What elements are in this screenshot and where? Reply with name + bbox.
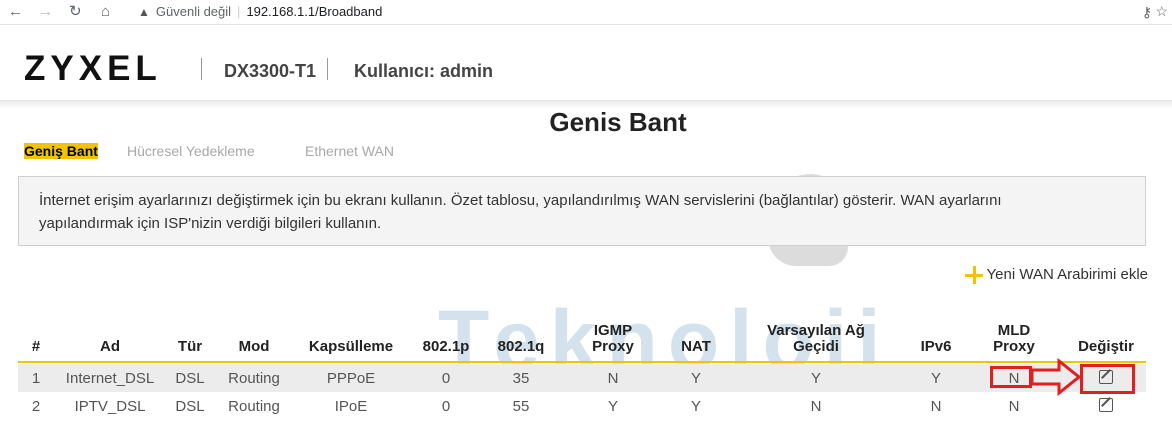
col-name: Ad bbox=[100, 338, 120, 355]
cell-gateway: Y bbox=[810, 370, 822, 387]
header-divider bbox=[201, 58, 202, 80]
page-title: Genis Bant bbox=[549, 107, 687, 137]
table-row: 1 Internet_DSL DSL Routing PPPoE 0 35 N … bbox=[18, 364, 1146, 392]
add-wan-label: Yeni WAN Arabirimi ekle bbox=[986, 266, 1148, 283]
annotation-arrow bbox=[1031, 358, 1081, 396]
description-box: İnternet erişim ayarlarınızı değiştirmek… bbox=[18, 176, 1146, 246]
col-encap: Kapsülleme bbox=[308, 338, 394, 355]
address-separator: | bbox=[237, 4, 241, 19]
key-icon[interactable]: ⚷ bbox=[1142, 4, 1152, 21]
description-line: yapılandırmak için ISP'nizin verdiği bil… bbox=[39, 215, 382, 232]
cell-8021q: 55 bbox=[512, 398, 530, 415]
security-label: Güvenli değil bbox=[155, 4, 232, 19]
tab-hucresel-yedekleme[interactable]: Hücresel Yedekleme bbox=[127, 143, 255, 159]
cell-type: DSL bbox=[175, 370, 205, 387]
cell-nat: Y bbox=[690, 370, 702, 387]
col-igmp-proxy: IGMP Proxy bbox=[592, 323, 634, 355]
user-label: Kullanıcı: admin bbox=[354, 61, 494, 81]
cell-8021p: 0 bbox=[441, 370, 451, 387]
col-gw-line1: Varsayılan Ağ bbox=[767, 322, 865, 339]
plus-icon bbox=[964, 266, 983, 285]
cell-8021q: 35 bbox=[512, 370, 530, 387]
col-mld-proxy: MLD Proxy bbox=[993, 323, 1035, 355]
forward-arrow-icon[interactable]: → bbox=[38, 3, 53, 21]
col-nat: NAT bbox=[681, 338, 711, 355]
add-wan-button[interactable]: Yeni WAN Arabirimi ekle bbox=[964, 266, 1148, 285]
col-8021q: 802.1q bbox=[497, 338, 545, 355]
model-name: DX3300-T1 bbox=[224, 61, 317, 81]
cell-mode: Routing bbox=[228, 398, 280, 415]
col-igmp-line2: Proxy bbox=[592, 338, 634, 355]
cell-igmp: Y bbox=[607, 398, 619, 415]
tab-ethernet-wan[interactable]: Ethernet WAN bbox=[305, 143, 394, 159]
address-bar[interactable]: ▲ Güvenli değil | 192.168.1.1/Broadband bbox=[138, 4, 382, 20]
tab-label: Ethernet WAN bbox=[305, 143, 394, 159]
tab-label: Hücresel Yedekleme bbox=[127, 143, 255, 159]
cell-name: Internet_DSL bbox=[65, 370, 155, 387]
col-edit: Değiştir bbox=[1078, 338, 1134, 355]
tab-label: Geniş Bant bbox=[24, 143, 98, 159]
col-ipv6: IPv6 bbox=[920, 338, 952, 355]
table-header: # Ad Tür Mod Kapsülleme 802.1p 802.1q IG… bbox=[18, 312, 1146, 363]
cell-num: 2 bbox=[31, 398, 41, 415]
table-row: 2 IPTV_DSL DSL Routing IPoE 0 55 Y Y N N… bbox=[18, 392, 1146, 420]
col-8021p: 802.1p bbox=[422, 338, 470, 355]
cell-mode: Routing bbox=[228, 370, 280, 387]
annotation-box-mld bbox=[990, 366, 1032, 388]
warning-icon: ▲ bbox=[138, 5, 150, 19]
annotation-box-edit bbox=[1080, 364, 1135, 394]
cell-encap: IPoE bbox=[334, 398, 368, 415]
home-icon[interactable]: ⌂ bbox=[101, 3, 110, 21]
cell-ipv6: N bbox=[930, 398, 942, 415]
col-igmp-line1: IGMP bbox=[593, 322, 633, 339]
back-arrow-icon[interactable]: ← bbox=[8, 3, 23, 21]
col-gw-line2: Geçidi bbox=[793, 338, 839, 355]
col-mld-line1: MLD bbox=[997, 322, 1031, 339]
col-gateway: Varsayılan Ağ Geçidi bbox=[767, 323, 865, 355]
cell-num: 1 bbox=[31, 370, 41, 387]
header-divider bbox=[327, 58, 328, 80]
zyxel-logo: ZYXEL bbox=[24, 49, 162, 88]
tab-genis-bant[interactable]: Geniş Bant bbox=[24, 143, 98, 159]
col-num: # bbox=[31, 338, 41, 355]
cell-encap: PPPoE bbox=[326, 370, 376, 387]
cell-type: DSL bbox=[175, 398, 205, 415]
cell-nat: Y bbox=[690, 398, 702, 415]
edit-icon[interactable] bbox=[1099, 398, 1113, 412]
cell-igmp: N bbox=[607, 370, 619, 387]
browser-toolbar: ← → ↻ ⌂ ▲ Güvenli değil | 192.168.1.1/Broad… bbox=[0, 0, 1172, 25]
cell-name: IPTV_DSL bbox=[74, 398, 146, 415]
reload-icon[interactable]: ↻ bbox=[69, 3, 82, 21]
app-header: ZYXEL DX3300-T1 Kullanıcı: admin bbox=[0, 25, 1172, 100]
cell-8021p: 0 bbox=[441, 398, 451, 415]
cell-gateway: N bbox=[810, 398, 822, 415]
description-line: İnternet erişim ayarlarınızı değiştirmek… bbox=[39, 192, 1002, 209]
col-mld-line2: Proxy bbox=[993, 338, 1035, 355]
col-mode: Mod bbox=[238, 338, 270, 355]
cell-mld: N bbox=[1008, 398, 1020, 415]
col-type: Tür bbox=[177, 338, 203, 355]
url-text: 192.168.1.1/Broadband bbox=[246, 4, 383, 19]
cell-ipv6: Y bbox=[930, 370, 942, 387]
bookmark-star-icon[interactable]: ☆ bbox=[1155, 3, 1168, 20]
